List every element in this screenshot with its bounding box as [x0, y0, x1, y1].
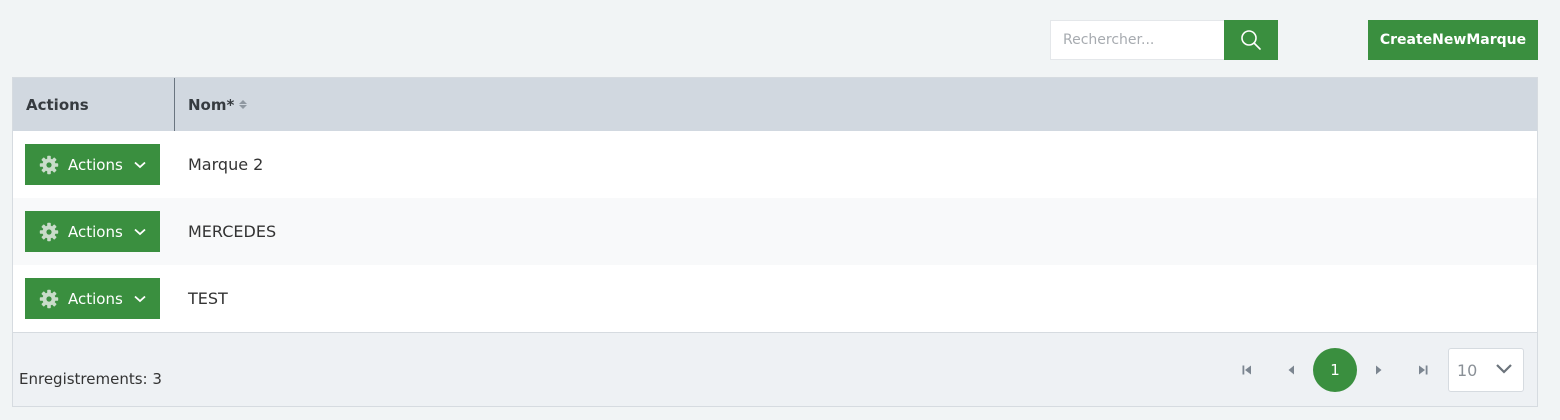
table-header: Actions Nom* — [13, 78, 1537, 131]
cell-nom: MERCEDES — [188, 222, 277, 241]
prev-page-icon — [1288, 365, 1294, 375]
table-footer: Enregistrements: 3 1 10 — [13, 333, 1537, 407]
gear-icon — [39, 222, 59, 241]
chevron-down-icon — [1495, 363, 1513, 375]
column-header-label: Nom* — [188, 95, 235, 114]
last-page-icon — [1419, 365, 1428, 375]
actions-cell: Actions — [13, 211, 175, 252]
page: CreateNewMarque Actions Nom* — [0, 0, 1560, 420]
next-page-icon — [1376, 365, 1382, 375]
row-actions-dropdown[interactable]: Actions — [25, 144, 160, 185]
sort-icon[interactable] — [239, 100, 248, 109]
actions-label: Actions — [68, 222, 123, 241]
last-page-button[interactable] — [1401, 348, 1445, 392]
row-actions-dropdown[interactable]: Actions — [25, 278, 160, 319]
cell-nom: Marque 2 — [188, 155, 264, 174]
table-row: Actions MERCEDES — [13, 198, 1537, 265]
gear-icon — [39, 289, 59, 308]
search-input[interactable] — [1050, 20, 1224, 60]
first-page-icon — [1242, 365, 1251, 375]
create-new-marque-button[interactable]: CreateNewMarque — [1368, 20, 1538, 60]
column-header-label: Actions — [26, 95, 89, 114]
cell-nom: TEST — [188, 289, 228, 308]
chevron-down-icon — [134, 161, 146, 169]
gear-icon — [39, 155, 59, 174]
next-page-button[interactable] — [1357, 348, 1401, 392]
data-table: Actions Nom* Actions Marque 2 Actions ME… — [12, 77, 1538, 407]
prev-page-button[interactable] — [1269, 348, 1313, 392]
search-button[interactable] — [1224, 20, 1278, 60]
row-actions-dropdown[interactable]: Actions — [25, 211, 160, 252]
actions-label: Actions — [68, 155, 123, 174]
paginator: 1 — [1225, 348, 1445, 392]
record-count: Enregistrements: 3 — [19, 370, 162, 388]
actions-cell: Actions — [13, 144, 175, 185]
column-header-actions: Actions — [13, 78, 175, 131]
table-row: Actions TEST — [13, 265, 1537, 332]
search-box — [1050, 20, 1278, 60]
table-row: Actions Marque 2 — [13, 131, 1537, 198]
page-size-select[interactable]: 10 — [1448, 348, 1524, 392]
actions-label: Actions — [68, 289, 123, 308]
page-size-value: 10 — [1457, 360, 1478, 380]
chevron-down-icon — [134, 295, 146, 303]
chevron-down-icon — [134, 228, 146, 236]
first-page-button[interactable] — [1225, 348, 1269, 392]
page-button-current[interactable]: 1 — [1313, 348, 1357, 392]
actions-cell: Actions — [13, 278, 175, 319]
search-icon — [1241, 30, 1261, 50]
column-header-nom[interactable]: Nom* — [175, 78, 1537, 131]
